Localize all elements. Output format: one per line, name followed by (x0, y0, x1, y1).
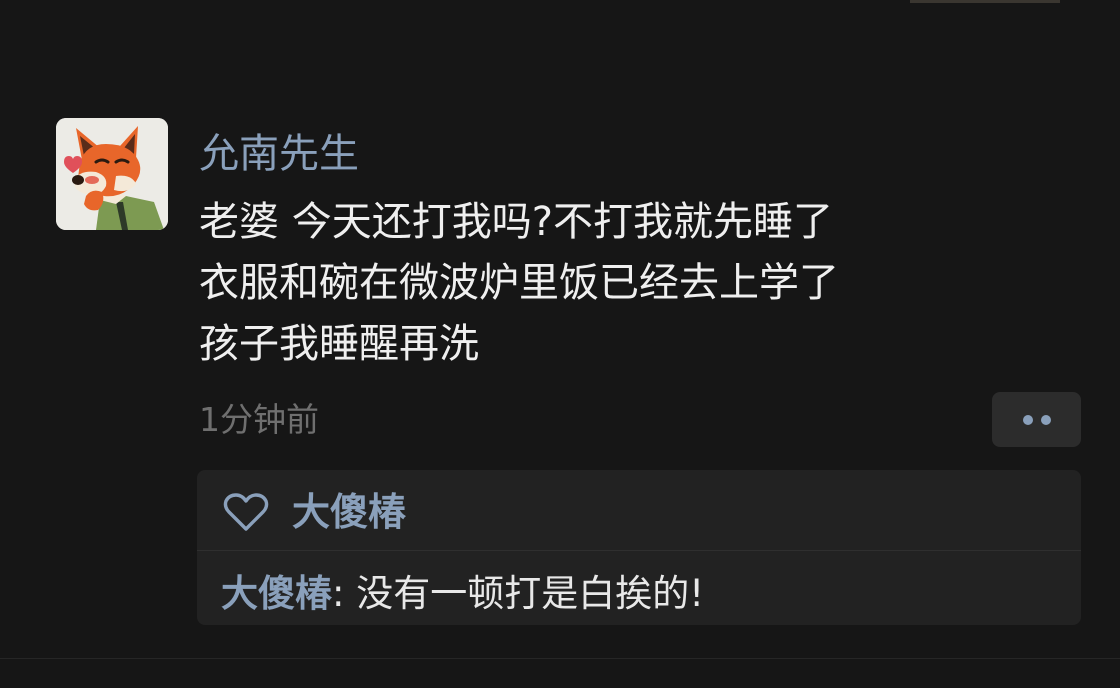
post-timestamp: 1分钟前 (199, 400, 319, 439)
likes-comments-panel: 大傻椿 大傻椿: 没有一顿打是白挨的! (197, 470, 1081, 625)
heart-outline-icon (223, 493, 269, 531)
post-bottom-divider (0, 658, 1120, 659)
avatar[interactable] (56, 118, 168, 230)
liker-name[interactable]: 大傻椿 (292, 486, 406, 538)
panel-divider (197, 550, 1081, 551)
comment-text: 没有一顿打是白挨的! (356, 572, 705, 615)
author-name[interactable]: 允南先生 (199, 128, 359, 180)
comment-separator: : (332, 572, 357, 615)
post-body: 老婆 今天还打我吗?不打我就先睡了 衣服和碗在微波炉里饭已经去上学了 孩子我睡醒… (199, 192, 1059, 375)
dot-icon (1022, 414, 1033, 425)
likes-row: 大傻椿 (197, 470, 1081, 550)
post-body-line: 孩子我睡醒再洗 (199, 321, 479, 367)
post-body-line: 衣服和碗在微波炉里饭已经去上学了 (199, 260, 839, 306)
top-edge-accent (910, 0, 1060, 3)
fox-cartoon-avatar-icon (56, 118, 168, 230)
more-actions-button[interactable] (992, 392, 1081, 447)
dot-icon (1040, 414, 1051, 425)
comment-author[interactable]: 大傻椿 (221, 572, 332, 615)
post-body-line: 老婆 今天还打我吗?不打我就先睡了 (199, 199, 833, 245)
comment-item[interactable]: 大傻椿: 没有一顿打是白挨的! (221, 569, 704, 619)
